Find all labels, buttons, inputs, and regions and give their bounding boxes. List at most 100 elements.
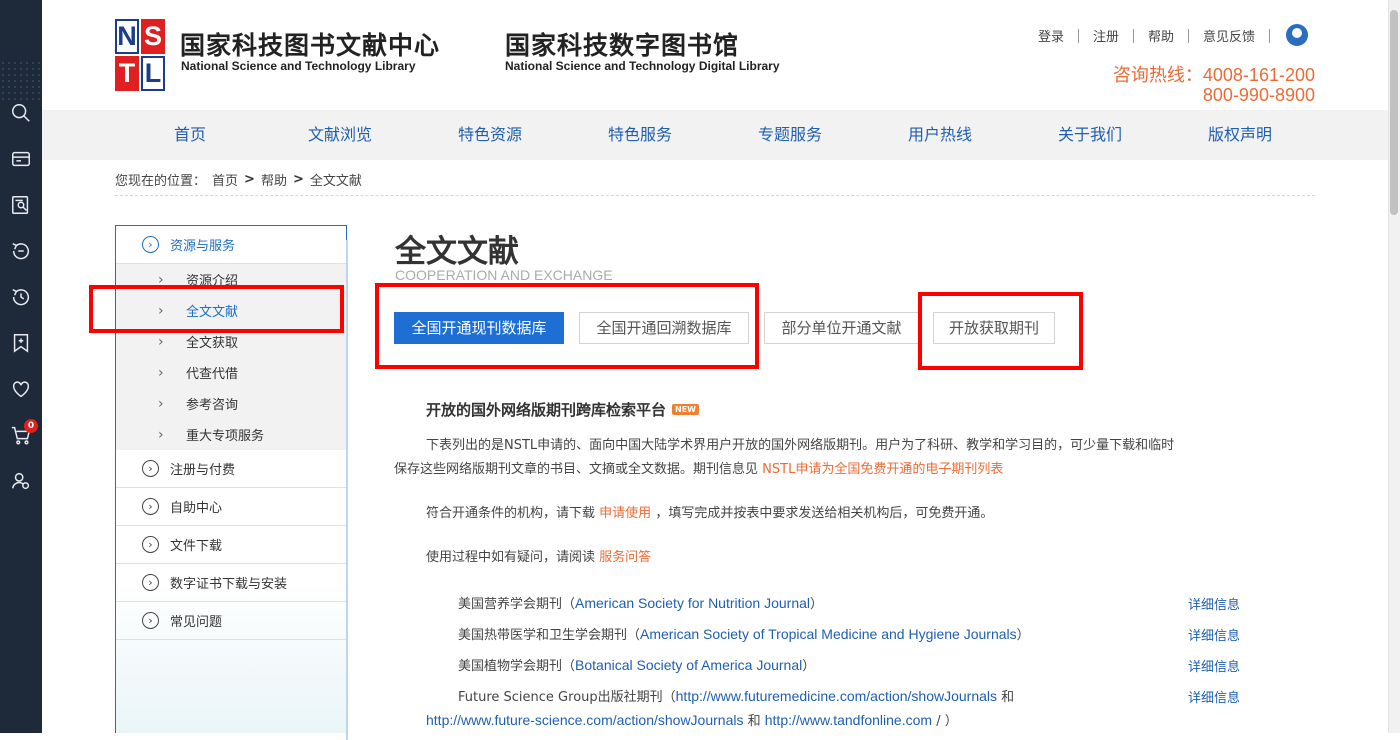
journal-row-continuation: http://www.future-science.com/action/sho…: [426, 710, 958, 729]
hotline-label: 咨询热线：4008-161-200: [1112, 65, 1315, 85]
sidebar-item-major-projects[interactable]: › 重大专项服务: [116, 419, 346, 450]
journal-cn-name: 美国营养学会期刊（: [458, 597, 576, 612]
logo-letter: T: [115, 56, 139, 91]
divider: [1188, 28, 1190, 43]
breadcrumb-help[interactable]: 帮助: [261, 170, 287, 189]
apply-link[interactable]: 申请使用: [599, 506, 651, 521]
journal-link[interactable]: http://www.future-science.com/action/sho…: [426, 712, 743, 728]
highlight-box: [89, 285, 344, 333]
chevron-right-circle-icon: ›: [142, 536, 159, 553]
bookmark-add-icon[interactable]: [10, 332, 32, 354]
sidebar-section-certificate[interactable]: › 数字证书下载与安装: [116, 564, 346, 602]
nav-home[interactable]: 首页: [174, 110, 206, 160]
apply-paragraph: 符合开通条件的机构，请下载 申请使用 ，填写完成并按表中要求发送给相关机构后，可…: [426, 502, 993, 526]
site-title2-en: National Science and Technology Digital …: [505, 59, 780, 73]
breadcrumb-prefix: 您现在的位置：: [115, 174, 207, 189]
journal-link[interactable]: http://www.tandfonline.com: [765, 712, 932, 728]
divider: [1133, 28, 1135, 43]
service-faq-link[interactable]: 服务问答: [599, 550, 651, 565]
breadcrumb-divider: [115, 195, 1315, 196]
feedback-link[interactable]: 意见反馈: [1203, 26, 1255, 45]
login-link[interactable]: 登录: [1038, 26, 1064, 45]
history-icon[interactable]: [10, 286, 32, 308]
sidebar-section-label: 常见问题: [170, 615, 223, 630]
nstl-logo[interactable]: N S T L: [115, 19, 165, 91]
content-title: 开放的国外网络版期刊跨库检索平台 NEW: [426, 399, 699, 420]
help-link[interactable]: 帮助: [1148, 26, 1174, 45]
sidebar-section-self-service[interactable]: › 自助中心: [116, 488, 346, 526]
scrollbar-thumb[interactable]: [1390, 10, 1398, 215]
nav-copyright[interactable]: 版权声明: [1208, 110, 1272, 160]
sidebar-section-downloads[interactable]: › 文件下载: [116, 526, 346, 564]
detail-link[interactable]: 详细信息: [1188, 656, 1240, 675]
highlight-box: [918, 292, 1083, 370]
journal-link[interactable]: Botanical Society of America Journal: [575, 657, 802, 673]
sidebar-accent-line: [346, 240, 348, 740]
journal-link[interactable]: http://www.futuremedicine.com/action/sho…: [676, 688, 997, 704]
nav-about[interactable]: 关于我们: [1058, 110, 1122, 160]
document-search-icon[interactable]: [10, 194, 32, 216]
tab-partial-unit-access[interactable]: 部分单位开通文献: [764, 312, 919, 344]
search-icon[interactable]: [10, 102, 32, 124]
sidebar-section-label: 文件下载: [170, 539, 223, 554]
top-links: 登录 注册 帮助 意见反馈: [1038, 26, 1284, 45]
site-title-cn: 国家科技图书文献中心: [180, 31, 441, 60]
nav-browse[interactable]: 文献浏览: [308, 110, 372, 160]
cart-count-badge: 0: [24, 419, 38, 433]
new-badge: NEW: [672, 404, 699, 415]
detail-link[interactable]: 详细信息: [1188, 625, 1240, 644]
journal-row: 美国热带医学和卫生学会期刊（American Society of Tropic…: [458, 624, 1030, 643]
chevron-right-circle-icon: ›: [142, 498, 159, 515]
user-settings-icon[interactable]: [10, 470, 32, 492]
chevron-right-circle-icon: ›: [142, 460, 159, 477]
highlight-box: [375, 283, 759, 369]
nav-special-services[interactable]: 特色服务: [608, 110, 672, 160]
divider: [1269, 28, 1271, 43]
main-nav: 首页 文献浏览 特色资源 特色服务 专题服务 用户热线 关于我们 版权声明: [42, 110, 1388, 160]
journal-link[interactable]: American Society for Nutrition Journal: [575, 595, 810, 611]
page-subtitle: COOPERATION AND EXCHANGE: [395, 267, 613, 283]
sidebar-section-faq[interactable]: › 常见问题: [116, 602, 346, 640]
journal-close: / ）: [932, 714, 958, 729]
journal-close: 和: [997, 690, 1015, 705]
heart-icon[interactable]: [10, 378, 32, 400]
register-link[interactable]: 注册: [1093, 26, 1119, 45]
nav-user-hotline[interactable]: 用户热线: [908, 110, 972, 160]
history-sync-icon[interactable]: [10, 240, 32, 262]
breadcrumb-home[interactable]: 首页: [212, 170, 238, 189]
logo-letter: N: [115, 19, 139, 54]
newspaper-icon[interactable]: [10, 148, 32, 170]
sidebar-section-label: 资源与服务: [170, 239, 236, 254]
sidebar-section-label: 自助中心: [170, 501, 223, 516]
user-avatar-icon[interactable]: [1286, 24, 1308, 46]
sidebar-item-label: 参考咨询: [186, 398, 239, 413]
site-title2-cn: 国家科技数字图书馆: [505, 31, 740, 60]
nav-topic-services[interactable]: 专题服务: [758, 110, 822, 160]
journal-list-link[interactable]: NSTL申请为全国免费开通的电子期刊列表: [762, 462, 1003, 477]
detail-link[interactable]: 详细信息: [1188, 594, 1240, 613]
sidebar-section-registration[interactable]: › 注册与付费: [116, 450, 346, 488]
scrollbar[interactable]: [1388, 0, 1400, 733]
journal-link[interactable]: American Society of Tropical Medicine an…: [640, 626, 1017, 642]
chevron-right-circle-icon: ›: [142, 612, 159, 629]
sidebar-item-reference[interactable]: › 参考咨询: [116, 388, 346, 419]
intro-paragraph-line2: 保存这些网络版期刊文章的书目、文摘或全文数据。期刊信息见 NSTL申请为全国免费…: [394, 458, 1003, 482]
sidebar-item-search-borrow[interactable]: › 代查代借: [116, 357, 346, 388]
breadcrumb-separator: >: [244, 172, 255, 187]
breadcrumb-separator: >: [292, 172, 304, 187]
detail-link[interactable]: 详细信息: [1188, 687, 1240, 706]
faq-text: 使用过程中如有疑问，请阅读: [426, 550, 596, 565]
toolbar-pattern: [0, 60, 42, 100]
journal-row: 美国植物学会期刊（Botanical Society of America Jo…: [458, 655, 815, 674]
journal-row: Future Science Group出版社期刊（http://www.fut…: [458, 686, 1014, 705]
sidebar-section-resources[interactable]: › 资源与服务: [116, 226, 346, 264]
faq-paragraph: 使用过程中如有疑问，请阅读 服务问答: [426, 546, 651, 570]
left-toolbar: 0: [0, 0, 42, 733]
divider: [1078, 28, 1080, 43]
apply-text: 符合开通条件的机构，请下载: [426, 506, 596, 521]
logo-letter: L: [141, 56, 165, 91]
nav-special-resources[interactable]: 特色资源: [458, 110, 522, 160]
logo-letter: S: [141, 19, 165, 54]
journal-and: 和: [743, 714, 765, 729]
journal-close: ）: [1016, 628, 1030, 643]
